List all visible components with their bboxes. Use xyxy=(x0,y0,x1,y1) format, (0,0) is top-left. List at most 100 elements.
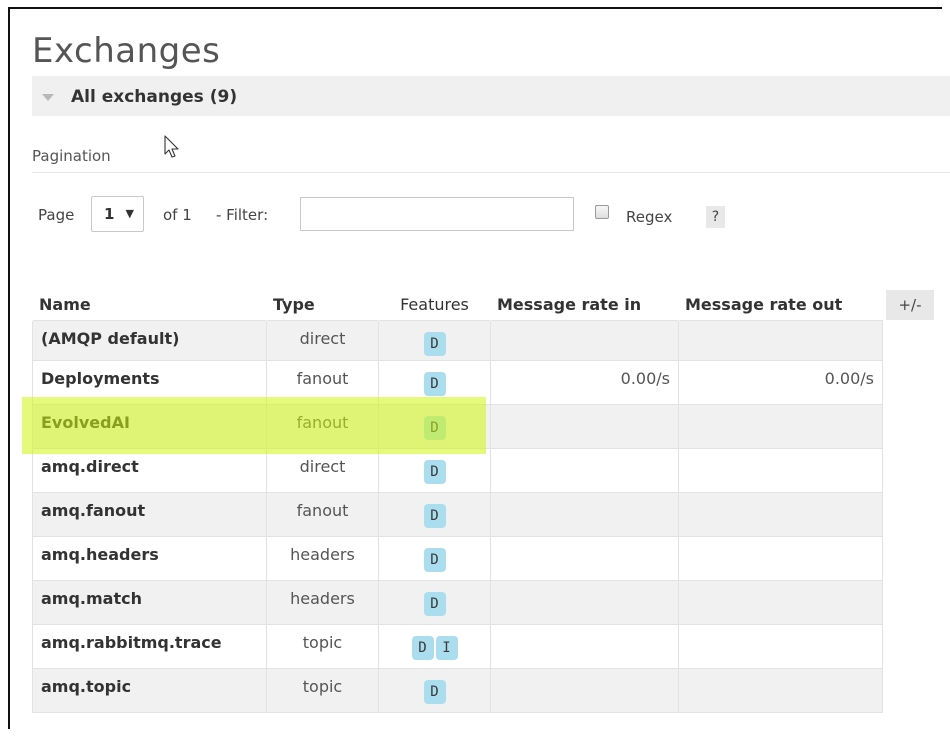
exchange-name-link[interactable]: amq.direct xyxy=(41,457,139,476)
page-count-text: of 1 xyxy=(163,206,192,224)
exchange-type-cell: headers xyxy=(266,535,379,581)
exchange-features-cell: D xyxy=(378,579,491,625)
triangle-down-icon xyxy=(42,93,54,101)
column-header-message-rate-in: Message rate in xyxy=(490,290,679,320)
message-rate-in-cell xyxy=(490,623,679,669)
dropdown-arrow-icon: ▼ xyxy=(125,207,134,220)
message-rate-out-cell xyxy=(678,667,883,713)
exchange-name-link[interactable]: amq.headers xyxy=(41,545,159,564)
table-row: Deployments fanout D 0.00/s 0.00/s xyxy=(32,359,883,405)
exchange-features-cell: DI xyxy=(378,623,491,669)
column-toggle-button[interactable]: +/- xyxy=(886,290,934,320)
pagination-label: Pagination xyxy=(32,147,111,165)
table-row: amq.rabbitmq.trace topic D I xyxy=(32,623,883,669)
exchange-name-cell: amq.rabbitmq.trace xyxy=(32,623,267,669)
durable-badge: D xyxy=(423,371,446,396)
exchange-features-cell: D xyxy=(378,447,491,493)
exchange-type-cell: fanout xyxy=(266,359,379,405)
exchange-features-cell: D xyxy=(378,667,491,713)
durable-badge: D xyxy=(423,415,446,440)
exchange-name-link[interactable]: amq.topic xyxy=(41,677,131,696)
pagination-controls: Page 1 ▼ of 1 - Filter: Regex ? xyxy=(38,196,938,234)
exchange-name-cell: amq.headers xyxy=(32,535,267,581)
page-select-value: 1 xyxy=(104,205,115,223)
message-rate-out-cell xyxy=(678,491,883,537)
page-title: Exchanges xyxy=(32,31,221,71)
message-rate-in-cell xyxy=(490,535,679,581)
column-header-message-rate-out: Message rate out xyxy=(678,290,883,320)
exchange-name-cell: amq.match xyxy=(32,579,267,625)
message-rate-in-cell xyxy=(490,579,679,625)
exchange-name-link[interactable]: (AMQP default) xyxy=(41,329,179,348)
page-select[interactable]: 1 ▼ xyxy=(91,196,144,232)
durable-badge: D xyxy=(423,547,446,572)
exchange-name-cell: amq.direct xyxy=(32,447,267,493)
filter-label: - Filter: xyxy=(216,206,269,224)
message-rate-out-cell xyxy=(678,579,883,625)
table-row: amq.match headers D xyxy=(32,579,883,625)
message-rate-out-cell xyxy=(678,447,883,493)
message-rate-in-cell xyxy=(490,403,679,449)
message-rate-out-cell xyxy=(678,623,883,669)
exchange-type-cell: topic xyxy=(266,667,379,713)
exchange-features-cell: D xyxy=(378,535,491,581)
durable-badge: D xyxy=(423,679,446,704)
exchange-features-cell: D xyxy=(378,403,491,449)
exchange-name-link[interactable]: amq.fanout xyxy=(41,501,145,520)
exchange-name-cell: (AMQP default) xyxy=(32,319,267,361)
table-row: amq.fanout fanout D xyxy=(32,491,883,537)
durable-badge: D xyxy=(423,591,446,616)
filter-input[interactable] xyxy=(300,197,574,231)
exchange-type-cell: fanout xyxy=(266,491,379,537)
column-header-features: Features xyxy=(378,290,491,320)
exchange-features-cell: D xyxy=(378,491,491,537)
exchanges-table: Name Type Features Message rate in Messa… xyxy=(32,290,883,713)
regex-label: Regex xyxy=(626,208,673,226)
table-header-row: Name Type Features Message rate in Messa… xyxy=(32,290,883,320)
durable-badge: D xyxy=(423,331,446,356)
message-rate-out-cell: 0.00/s xyxy=(678,359,883,405)
exchange-features-cell: D xyxy=(378,359,491,405)
exchange-name-cell: amq.fanout xyxy=(32,491,267,537)
message-rate-in-cell: 0.00/s xyxy=(490,359,679,405)
table-row: amq.headers headers D xyxy=(32,535,883,581)
exchange-name-cell: amq.topic xyxy=(32,667,267,713)
message-rate-in-cell xyxy=(490,447,679,493)
exchange-name-link[interactable]: EvolvedAI xyxy=(41,413,130,432)
column-header-type[interactable]: Type xyxy=(266,290,379,320)
exchange-name-link[interactable]: amq.rabbitmq.trace xyxy=(41,633,222,652)
exchange-name-link[interactable]: amq.match xyxy=(41,589,142,608)
message-rate-in-cell xyxy=(490,491,679,537)
message-rate-out-cell xyxy=(678,403,883,449)
section-label: All exchanges (9) xyxy=(71,87,238,107)
regex-help-button[interactable]: ? xyxy=(706,206,725,228)
table-row: amq.topic topic D xyxy=(32,667,883,713)
table-row: amq.direct direct D xyxy=(32,447,883,493)
durable-badge: D xyxy=(423,459,446,484)
all-exchanges-section-header: All exchanges (9) xyxy=(32,76,950,116)
message-rate-in-cell xyxy=(490,319,679,361)
exchange-type-cell: headers xyxy=(266,579,379,625)
exchange-type-cell: direct xyxy=(266,319,379,361)
message-rate-in-cell xyxy=(490,667,679,713)
internal-badge: I xyxy=(435,635,458,660)
table-row: (AMQP default) direct D xyxy=(32,319,883,361)
exchange-features-cell: D xyxy=(378,319,491,361)
durable-badge: D xyxy=(423,503,446,528)
message-rate-out-cell xyxy=(678,319,883,361)
exchange-name-cell: Deployments xyxy=(32,359,267,405)
page-label: Page xyxy=(38,206,75,224)
exchange-name-cell: EvolvedAI xyxy=(32,403,267,449)
pagination-divider xyxy=(32,172,950,173)
column-header-name[interactable]: Name xyxy=(32,290,267,320)
durable-badge: D xyxy=(411,635,434,660)
mouse-cursor-icon xyxy=(164,135,179,158)
exchange-type-cell: direct xyxy=(266,447,379,493)
message-rate-out-cell xyxy=(678,535,883,581)
exchange-type-cell: topic xyxy=(266,623,379,669)
regex-checkbox[interactable] xyxy=(595,205,609,219)
exchange-name-link[interactable]: Deployments xyxy=(41,369,160,388)
exchange-type-cell: fanout xyxy=(266,403,379,449)
table-row: EvolvedAI fanout D xyxy=(32,403,883,449)
all-exchanges-toggle[interactable]: All exchanges (9) xyxy=(42,87,237,107)
